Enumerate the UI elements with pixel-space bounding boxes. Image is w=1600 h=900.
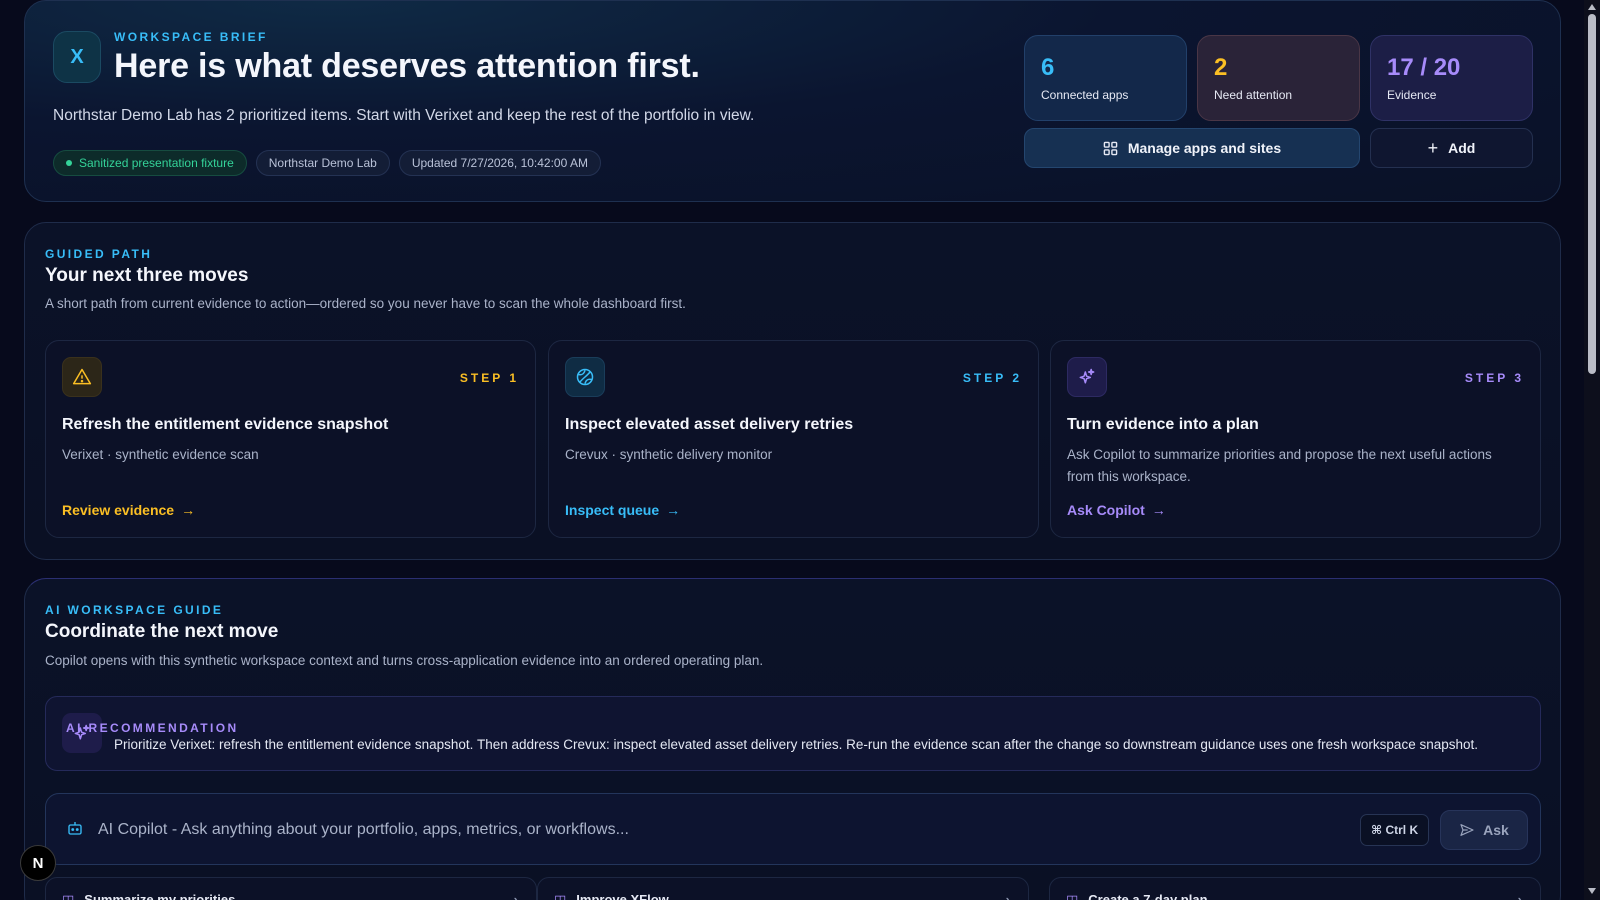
stat-need-attention: 2 Need attention bbox=[1197, 35, 1360, 121]
add-button[interactable]: + Add bbox=[1370, 128, 1533, 168]
step-title: Turn evidence into a plan bbox=[1067, 416, 1259, 433]
robot-icon bbox=[68, 822, 82, 835]
step-label: STEP 3 bbox=[1464, 371, 1524, 385]
hero-description: Northstar Demo Lab has 2 prioritized ite… bbox=[53, 107, 755, 124]
inspect-queue-link[interactable]: Inspect queue → bbox=[565, 502, 680, 518]
suggestion-plan[interactable]: ◫ Create a 7-day plan › bbox=[1049, 877, 1541, 900]
manage-apps-button[interactable]: Manage apps and sites bbox=[1024, 128, 1360, 168]
step-title: Refresh the entitlement evidence snapsho… bbox=[62, 416, 389, 433]
guide-eyebrow: AI WORKSPACE GUIDE bbox=[45, 603, 224, 617]
step-card-2: STEP 2 Inspect elevated asset delivery r… bbox=[548, 340, 1039, 538]
review-evidence-link[interactable]: Review evidence → bbox=[62, 502, 195, 518]
workspace-logo: X bbox=[53, 31, 101, 83]
stat-label: Evidence bbox=[1387, 88, 1437, 102]
manage-apps-label: Manage apps and sites bbox=[1127, 140, 1282, 156]
grid-icon bbox=[1103, 141, 1118, 155]
recommendation-eyebrow: AI RECOMMENDATION bbox=[66, 721, 239, 735]
plus-icon: + bbox=[1427, 137, 1439, 158]
sparkles-icon bbox=[1067, 357, 1107, 397]
guided-path-panel: GUIDED PATH Your next three moves A shor… bbox=[24, 222, 1561, 560]
arrow-right-icon: → bbox=[1151, 502, 1166, 518]
robot-icon: ◫ bbox=[62, 892, 75, 900]
stat-connected-apps: 6 Connected apps bbox=[1024, 35, 1187, 121]
guided-eyebrow: GUIDED PATH bbox=[45, 247, 153, 261]
stat-label: Connected apps bbox=[1041, 88, 1129, 102]
stat-label: Need attention bbox=[1214, 88, 1293, 102]
suggestion-improve[interactable]: ◫ Improve XFlow › bbox=[537, 877, 1029, 900]
guided-description: A short path from current evidence to ac… bbox=[45, 296, 686, 311]
stat-value: 6 bbox=[1041, 54, 1055, 81]
step-subtitle: Verixet · synthetic evidence scan bbox=[62, 447, 259, 462]
step-card-1: STEP 1 Refresh the entitlement evidence … bbox=[45, 340, 536, 538]
copilot-input[interactable] bbox=[98, 818, 1098, 842]
workspace-brief-panel: X WORKSPACE BRIEF Here is what deserves … bbox=[24, 0, 1561, 202]
step-subtitle: Ask Copilot to summarize priorities and … bbox=[1067, 447, 1492, 484]
step-link-label: Review evidence bbox=[62, 502, 175, 518]
robot-icon: ◫ bbox=[1066, 892, 1079, 900]
send-icon bbox=[1460, 824, 1474, 836]
step-label: STEP 2 bbox=[962, 371, 1022, 385]
stat-evidence: 17 / 20 Evidence bbox=[1370, 35, 1533, 121]
warning-icon bbox=[62, 357, 102, 397]
ask-copilot-link[interactable]: Ask Copilot → bbox=[1067, 502, 1166, 518]
arrow-right-icon: → bbox=[666, 502, 681, 518]
guide-title: Coordinate the next move bbox=[45, 621, 279, 642]
hero-chips: Sanitized presentation fixture Northstar… bbox=[53, 150, 601, 176]
scroll-thumb[interactable] bbox=[1588, 14, 1596, 374]
arrow-right-icon: → bbox=[181, 502, 196, 518]
scroll-down-icon[interactable] bbox=[1588, 888, 1596, 894]
ai-recommendation: AI RECOMMENDATION Prioritize Verixet: re… bbox=[45, 696, 1541, 771]
chevron-right-icon: › bbox=[1005, 892, 1010, 900]
step-title: Inspect elevated asset delivery retries bbox=[565, 416, 854, 433]
copilot-bar: ⌘ Ctrl K Ask bbox=[45, 793, 1541, 865]
updated-chip: Updated 7/27/2026, 10:42:00 AM bbox=[398, 150, 601, 176]
hero-eyebrow: WORKSPACE BRIEF bbox=[114, 30, 268, 44]
status-badge: Sanitized presentation fixture bbox=[53, 150, 247, 176]
stat-value: 17 / 20 bbox=[1387, 54, 1461, 81]
step-link-label: Ask Copilot bbox=[1067, 502, 1145, 518]
scroll-up-icon[interactable] bbox=[1588, 4, 1596, 10]
suggestion-label: Create a 7-day plan bbox=[1088, 892, 1208, 900]
chevron-right-icon: › bbox=[513, 892, 518, 900]
ask-label: Ask bbox=[1483, 822, 1509, 838]
guide-description: Copilot opens with this synthetic worksp… bbox=[45, 653, 764, 668]
page-title: Here is what deserves attention first. bbox=[114, 47, 700, 85]
guided-title: Your next three moves bbox=[45, 265, 249, 286]
shortcut-hint: ⌘ Ctrl K bbox=[1360, 814, 1430, 846]
stat-value: 2 bbox=[1214, 54, 1228, 81]
step-subtitle: Crevux · synthetic delivery monitor bbox=[565, 447, 773, 462]
step-label: STEP 1 bbox=[459, 371, 519, 385]
app-avatar-button[interactable]: N bbox=[20, 845, 56, 881]
step-card-3: STEP 3 Turn evidence into a plan Ask Cop… bbox=[1050, 340, 1541, 538]
suggestion-label: Summarize my priorities bbox=[84, 892, 236, 900]
globe-icon bbox=[565, 357, 605, 397]
chevron-right-icon: › bbox=[1517, 892, 1522, 900]
status-badge-label: Sanitized presentation fixture bbox=[79, 156, 234, 170]
robot-icon: ◫ bbox=[554, 892, 567, 900]
suggestion-label: Improve XFlow bbox=[576, 892, 669, 900]
ai-workspace-guide-panel: AI WORKSPACE GUIDE Coordinate the next m… bbox=[24, 578, 1561, 900]
workspace-chip: Northstar Demo Lab bbox=[255, 150, 390, 176]
ask-button[interactable]: Ask bbox=[1440, 810, 1528, 850]
step-link-label: Inspect queue bbox=[565, 502, 660, 518]
recommendation-text: Prioritize Verixet: refresh the entitlem… bbox=[114, 737, 1478, 752]
status-dot-icon bbox=[66, 160, 72, 166]
suggestion-summarize[interactable]: ◫ Summarize my priorities › bbox=[45, 877, 537, 900]
scrollbar[interactable] bbox=[1584, 0, 1600, 900]
add-label: Add bbox=[1448, 140, 1476, 156]
